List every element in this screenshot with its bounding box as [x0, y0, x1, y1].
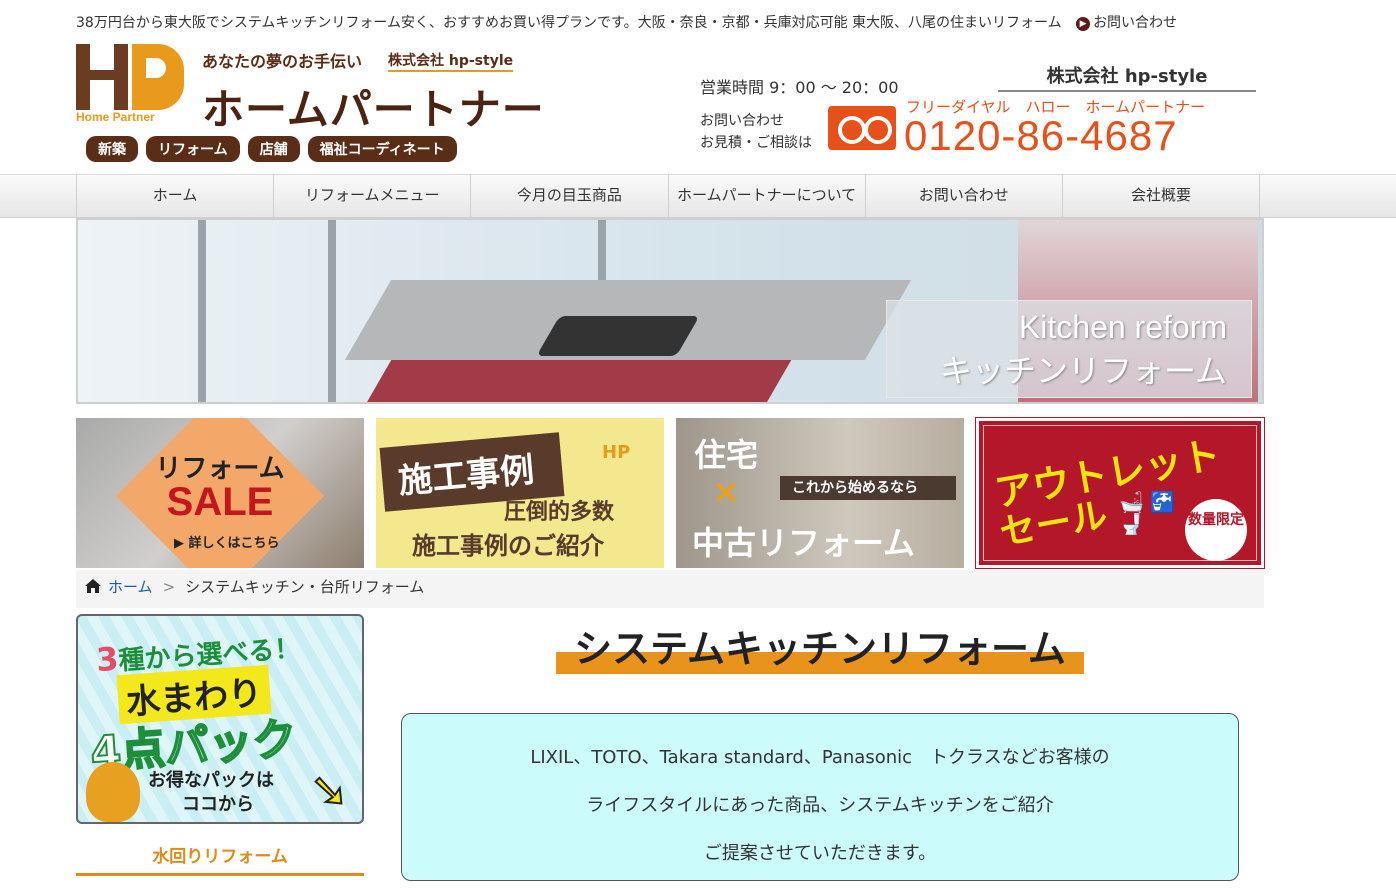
phone-company-name: 株式会社 hp-style: [998, 62, 1256, 92]
logo-service-tags: 新築 リフォーム 店舗 福祉コーディネート: [86, 136, 457, 162]
promo-reform-sale[interactable]: リフォーム SALE ▶ 詳しくはこちら: [76, 418, 364, 568]
header-contact-label: お問い合わせ: [1093, 15, 1178, 31]
banner-line4: お得なパックは: [148, 770, 274, 791]
home-icon: [85, 579, 101, 593]
service-tag: 新築: [86, 136, 138, 162]
window-frame: [328, 220, 336, 402]
window-frame: [198, 220, 206, 402]
page-title: システムキッチンリフォーム: [574, 627, 1066, 671]
mascot-icon: [86, 762, 140, 822]
header-tagline-bar: 38万円台から東大阪でシステムキッチンリフォーム安く、おすすめお買い得プランです…: [76, 12, 1266, 34]
promo-used-tag: これから始めるなら: [780, 476, 956, 500]
promo-case-line3: 施工事例のご紹介: [412, 532, 604, 560]
logo-brand-name: ホームパートナー: [202, 85, 545, 134]
phone-label-inquiry: お問い合わせ: [700, 113, 784, 129]
hero-caption: Kitchen reform キッチンリフォーム: [886, 300, 1252, 398]
hp-logo-mark: Home Partner: [76, 44, 184, 128]
breadcrumb-current: システムキッチン・台所リフォーム: [185, 578, 425, 596]
main-nav: ホーム リフォームメニュー 今月の目玉商品 ホームパートナーについて お問い合わ…: [76, 175, 1261, 217]
promo-used-home-reform[interactable]: 住宅 × これから始めるなら 中古リフォーム: [676, 418, 964, 568]
intro-line: ライフスタイルにあった商品、システムキッチンをご紹介: [586, 795, 1054, 816]
promo-used-line2: 中古リフォーム: [692, 524, 916, 562]
sidebar-heading-water-reform: 水回りリフォーム: [76, 842, 364, 876]
logo-company-name: 株式会社 hp-style: [388, 50, 514, 72]
promo-case-line2: 圧倒的多数: [504, 500, 615, 525]
freedial-icon: [828, 106, 896, 150]
arrow-right-icon: ▶: [1076, 17, 1091, 31]
intro-box: LIXIL、TOTO、Takara standard、Panasonic トクラ…: [401, 713, 1239, 881]
service-tag: リフォーム: [146, 136, 240, 162]
nav-item-featured[interactable]: 今月の目玉商品: [470, 175, 667, 217]
main-nav-bar: ホーム リフォームメニュー 今月の目玉商品 ホームパートナーについて お問い合わ…: [0, 174, 1396, 218]
breadcrumb-home-link[interactable]: ホーム: [108, 578, 153, 596]
breadcrumb-separator: >: [162, 578, 176, 596]
promo-outlet-badge: 数量限定: [1185, 499, 1247, 561]
banner-line5: ココから: [182, 794, 254, 815]
promo-sale-line2: SALE: [166, 480, 274, 524]
nav-item-about[interactable]: ホームパートナーについて: [667, 175, 865, 217]
hero-caption-ja: キッチンリフォーム: [939, 352, 1227, 390]
phone-contact-block: 株式会社 hp-style 営業時間 9：00 〜 20：00 お問い合わせ お…: [698, 58, 1258, 170]
intro-line: ご提案させていただきます。: [703, 843, 937, 864]
breadcrumb: ホーム > システムキッチン・台所リフォーム: [76, 570, 1264, 608]
hp-logo-icon: [76, 44, 184, 110]
bathroom-fixtures-icon: 🛁 🚰 🚽: [1119, 490, 1176, 536]
promo-case-logo: HP: [602, 442, 631, 463]
phone-number[interactable]: 0120-86-4687: [904, 112, 1178, 160]
service-tag: 店舗: [247, 136, 300, 162]
pointer-arrow-icon: ➘: [309, 763, 350, 817]
logo-mark-subtitle: Home Partner: [76, 110, 155, 124]
promo-case-studies[interactable]: 施工事例 HP 圧倒的多数 施工事例のご紹介: [376, 418, 664, 568]
service-tag: 福祉コーディネート: [307, 136, 457, 162]
hero-banner: Kitchen reform キッチンリフォーム: [76, 218, 1264, 404]
hero-caption-en: Kitchen reform: [1018, 309, 1227, 345]
site-tagline: 38万円台から東大阪でシステムキッチンリフォーム安く、おすすめお買い得プランです…: [76, 15, 1062, 31]
page-title-block: システムキッチンリフォーム: [556, 618, 1084, 676]
nav-item-contact[interactable]: お問い合わせ: [864, 175, 1062, 217]
promo-outlet-sale[interactable]: アウトレット セール 🛁 🚰 🚽 数量限定: [975, 417, 1265, 569]
business-hours: 営業時間 9：00 〜 20：00: [700, 78, 899, 97]
promo-used-cross: ×: [712, 472, 741, 512]
site-logo[interactable]: Home Partner あなたの夢のお手伝い 株式会社 hp-style ホー…: [76, 44, 544, 169]
intro-line: LIXIL、TOTO、Takara standard、Panasonic トクラ…: [530, 747, 1110, 768]
banner-number: 3: [94, 639, 120, 680]
promo-sale-details: ▶ 詳しくはこちら: [174, 536, 280, 551]
hero-counter-front-graphic: [364, 360, 792, 402]
promo-banner-row: リフォーム SALE ▶ 詳しくはこちら 施工事例 HP 圧倒的多数 施工事例の…: [76, 417, 1266, 569]
nav-item-reform-menu[interactable]: リフォームメニュー: [273, 175, 470, 217]
promo-used-line1: 住宅: [694, 436, 759, 474]
nav-item-company[interactable]: 会社概要: [1061, 175, 1261, 217]
logo-catchphrase: あなたの夢のお手伝い: [202, 52, 363, 71]
nav-item-home[interactable]: ホーム: [76, 175, 273, 217]
header-contact-link[interactable]: ▶ お問い合わせ: [1076, 15, 1177, 31]
phone-label-estimate: お見積・ご相談は: [700, 135, 812, 151]
hero-stove-graphic: [536, 316, 700, 356]
water-4-pack-banner[interactable]: 3種から選べる！ 水まわり 4点パック お得なパックは ココから ➘: [76, 614, 364, 824]
